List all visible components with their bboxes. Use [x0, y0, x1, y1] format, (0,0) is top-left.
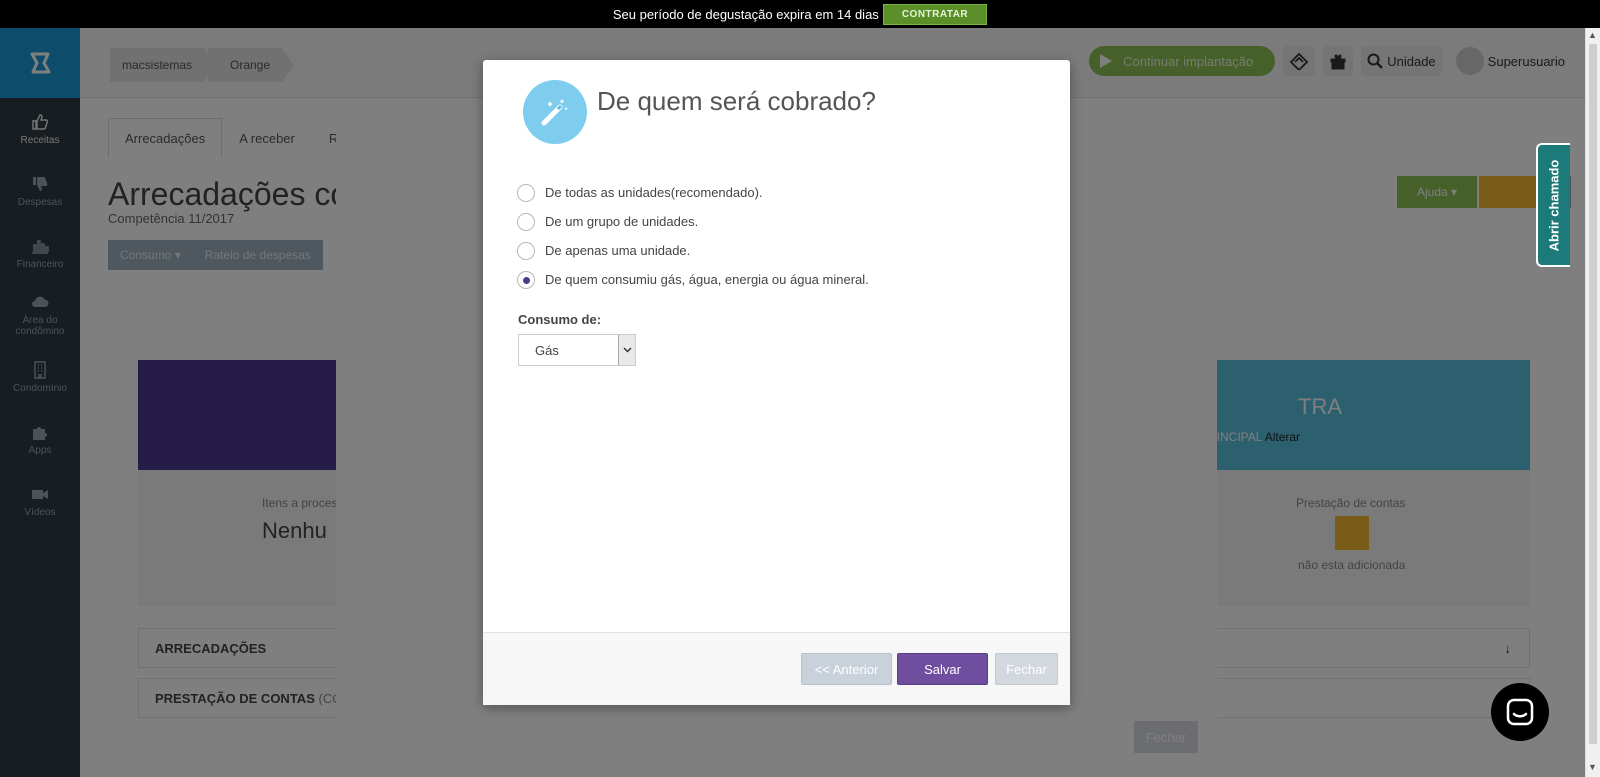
modal-title: De quem será cobrado? [597, 86, 876, 116]
chat-launcher[interactable] [1491, 683, 1549, 741]
scroll-down-icon[interactable]: ▼ [1588, 762, 1597, 772]
billing-options: De todas as unidades(recomendado). De um… [517, 178, 869, 294]
open-ticket-label: Abrir chamado [1546, 159, 1562, 251]
option-unit-group[interactable]: De um grupo de unidades. [517, 207, 869, 236]
option-label: De um grupo de unidades. [545, 214, 699, 229]
chevron-down-icon [618, 335, 635, 365]
radio-button-selected[interactable] [517, 270, 535, 289]
modal-footer: << Anterior Salvar Fechar [483, 632, 1070, 705]
option-all-units[interactable]: De todas as unidades(recomendado). [517, 178, 869, 207]
magic-wand-icon [523, 80, 587, 144]
trial-bar: Seu período de degustação expira em 14 d… [0, 0, 1600, 28]
trial-text: Seu período de degustação expira em 14 d… [612, 6, 879, 22]
radio-button[interactable] [517, 183, 535, 202]
billing-target-modal: De quem será cobrado? De todas as unidad… [483, 60, 1070, 705]
radio-button[interactable] [517, 212, 535, 231]
chat-icon [1506, 698, 1534, 726]
consumo-selected-value: Gás [535, 342, 559, 358]
option-label: De todas as unidades(recomendado). [545, 185, 763, 200]
page-scrollbar[interactable]: ▲ ▼ [1585, 28, 1600, 777]
option-label: De apenas uma unidade. [545, 243, 691, 258]
open-ticket-tab[interactable]: Abrir chamado [1536, 143, 1570, 267]
scroll-up-icon[interactable]: ▲ [1588, 30, 1597, 40]
option-consumption[interactable]: De quem consumiu gás, água, energia ou á… [517, 265, 869, 294]
consumo-select[interactable]: Gás [518, 334, 636, 366]
save-button[interactable]: Salvar [897, 653, 988, 685]
option-single-unit[interactable]: De apenas uma unidade. [517, 236, 869, 265]
option-label: De quem consumiu gás, água, energia ou á… [545, 272, 869, 287]
contratar-button[interactable]: CONTRATAR [882, 3, 988, 25]
close-button[interactable]: Fechar [995, 653, 1058, 685]
radio-button[interactable] [517, 241, 535, 260]
previous-button[interactable]: << Anterior [801, 653, 892, 685]
consumo-label: Consumo de: [518, 312, 602, 327]
scroll-thumb[interactable] [1589, 44, 1597, 744]
